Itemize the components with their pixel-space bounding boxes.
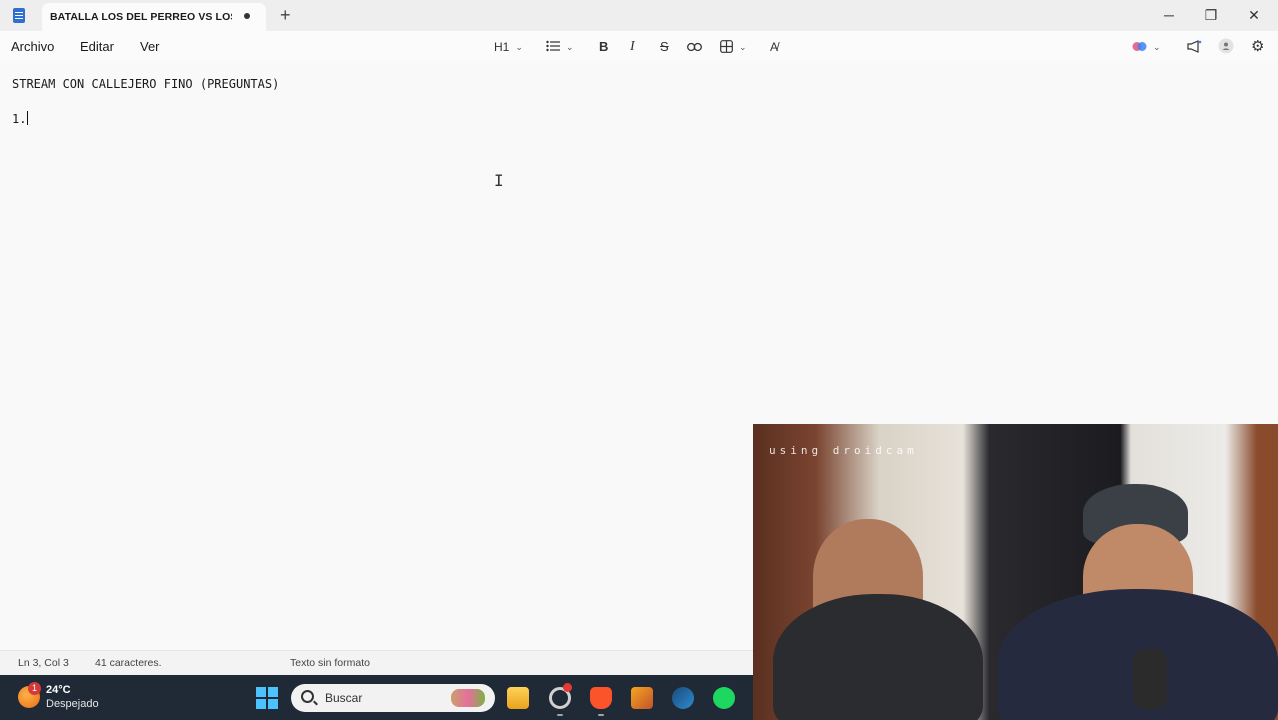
weather-temperature[interactable]: 24°C <box>46 684 71 696</box>
webcam-overlay: using droidcam <box>753 424 1278 720</box>
running-indicator <box>557 714 563 716</box>
search-placeholder: Buscar <box>325 691 363 705</box>
webcam-watermark: using droidcam <box>769 444 918 457</box>
notepad-icon <box>13 8 25 23</box>
brave-icon[interactable] <box>590 687 612 709</box>
text-format[interactable]: Texto sin formato <box>290 657 370 669</box>
spotify-icon[interactable] <box>713 687 735 709</box>
taskbar-search[interactable]: Buscar <box>291 684 495 712</box>
chevron-down-icon: ⌄ <box>739 42 747 52</box>
recording-indicator-icon <box>563 683 572 692</box>
avatar-icon <box>1218 38 1234 54</box>
close-button[interactable]: ✕ <box>1243 5 1265 25</box>
gear-icon: ⚙ <box>1251 38 1265 55</box>
ibeam-cursor-icon: I <box>494 171 504 190</box>
chevron-down-icon: ⌄ <box>566 42 574 52</box>
taskbar: 1 24°C Despejado Buscar <box>0 675 753 720</box>
link-button[interactable] <box>687 38 702 56</box>
bold-button[interactable]: B <box>599 38 608 56</box>
link-icon <box>687 42 702 52</box>
table-icon <box>720 40 733 53</box>
text-caret <box>27 111 29 125</box>
copilot-icon <box>1132 42 1147 51</box>
unsaved-dot-icon[interactable] <box>244 13 250 19</box>
menu-bar: Archivo Editar Ver H1 ⌄ ⌄ B I S ⌄ A̸ ⌄ ⚙ <box>0 31 1278 61</box>
list-icon <box>546 40 560 52</box>
weather-badge: 1 <box>28 682 41 695</box>
heading-label: H1 <box>494 40 510 54</box>
microphone <box>1133 649 1167 709</box>
document-tab[interactable]: BATALLA LOS DEL PERREO VS LOS A <box>42 3 266 31</box>
megaphone-icon <box>1187 40 1202 53</box>
person-left-shirt <box>773 594 983 720</box>
file-explorer-icon[interactable] <box>507 687 529 709</box>
account-button[interactable] <box>1218 38 1234 56</box>
status-bar: Ln 3, Col 3 41 caracteres. Texto sin for… <box>0 650 753 675</box>
tab-title: BATALLA LOS DEL PERREO VS LOS A <box>50 11 232 23</box>
cursor-position: Ln 3, Col 3 <box>18 657 69 669</box>
search-icon <box>301 690 314 703</box>
menu-edit[interactable]: Editar <box>80 39 114 54</box>
feedback-button[interactable] <box>1187 38 1202 56</box>
copilot-dropdown[interactable]: ⌄ <box>1132 38 1161 56</box>
windows-start-icon[interactable] <box>256 687 278 709</box>
italic-button[interactable]: I <box>630 38 635 56</box>
heading-dropdown[interactable]: H1 ⌄ <box>494 38 523 56</box>
minimize-button[interactable]: ─ <box>1158 5 1180 25</box>
weather-description[interactable]: Despejado <box>46 698 99 710</box>
character-count: 41 caracteres. <box>95 657 162 669</box>
fl-studio-icon[interactable] <box>631 687 653 709</box>
clear-formatting-button[interactable]: A̸ <box>770 38 778 56</box>
settings-button[interactable]: ⚙ <box>1251 38 1264 56</box>
table-dropdown[interactable]: ⌄ <box>720 38 747 56</box>
strikethrough-button[interactable]: S <box>660 38 669 56</box>
chevron-down-icon: ⌄ <box>1153 42 1161 52</box>
document-line-1: STREAM CON CALLEJERO FINO (PREGUNTAS) <box>12 77 280 91</box>
clear-formatting-icon: A̸ <box>770 40 779 54</box>
restore-button[interactable]: ❐ <box>1200 5 1222 25</box>
steam-icon[interactable] <box>672 687 694 709</box>
menu-file[interactable]: Archivo <box>11 39 54 54</box>
title-bar: BATALLA LOS DEL PERREO VS LOS A + ─ ❐ ✕ <box>0 0 1278 31</box>
document-line-2: 1. <box>12 111 29 126</box>
list-marker: 1. <box>12 112 27 126</box>
menu-view[interactable]: Ver <box>140 39 160 54</box>
list-dropdown[interactable]: ⌄ <box>546 38 574 56</box>
running-indicator <box>598 714 604 716</box>
new-tab-button[interactable]: + <box>280 6 291 24</box>
search-highlight-icon <box>451 689 485 707</box>
chevron-down-icon: ⌄ <box>515 42 523 52</box>
